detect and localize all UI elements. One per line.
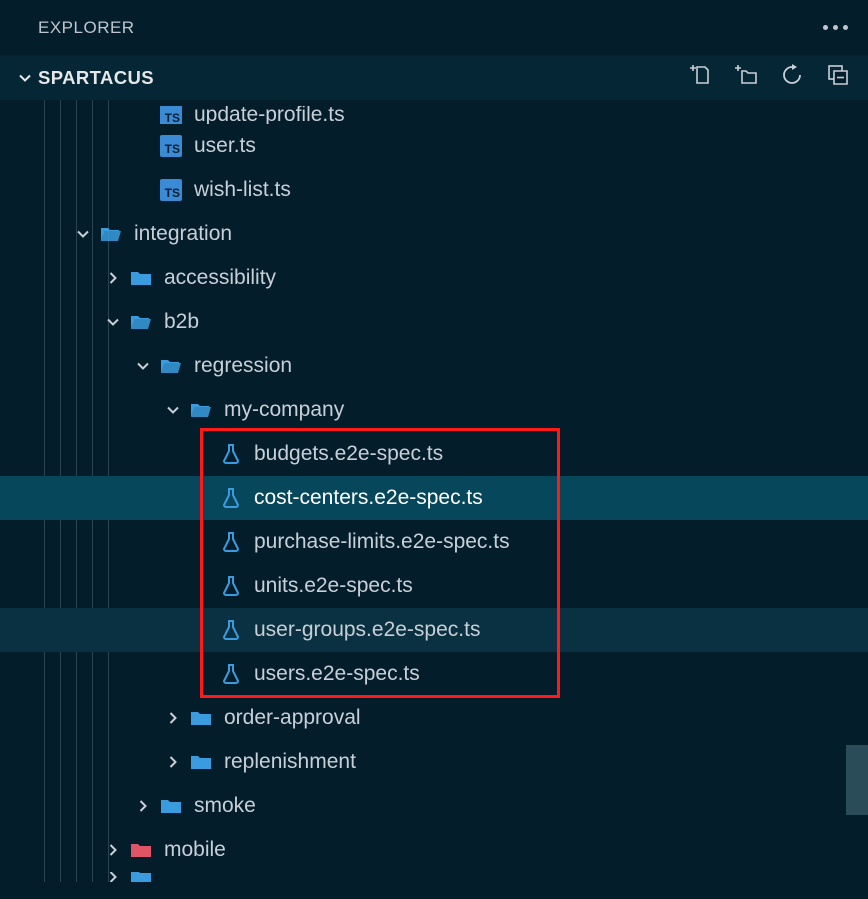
tree-file[interactable]: user-groups.e2e-spec.ts xyxy=(0,608,868,652)
tree-item-label: order-approval xyxy=(224,706,361,730)
tree-item-label: units.e2e-spec.ts xyxy=(254,574,413,598)
test-file-icon xyxy=(216,662,246,686)
new-file-icon[interactable] xyxy=(688,63,712,92)
tree-item-label: regression xyxy=(194,354,292,378)
chevron-right-icon[interactable] xyxy=(160,752,186,772)
tree-item-label: purchase-limits.e2e-spec.ts xyxy=(254,530,510,554)
tree-folder[interactable]: regression xyxy=(0,344,868,388)
tree-item-label: user-groups.e2e-spec.ts xyxy=(254,618,480,642)
tree-file[interactable]: budgets.e2e-spec.ts xyxy=(0,432,868,476)
refresh-icon[interactable] xyxy=(780,63,804,92)
chevron-right-icon[interactable] xyxy=(130,796,156,816)
chevron-right-icon[interactable] xyxy=(160,708,186,728)
tree-folder[interactable]: mobile xyxy=(0,828,868,872)
test-file-icon xyxy=(216,574,246,598)
tree-item-label: mobile xyxy=(164,838,226,862)
tree-file[interactable]: TS update-profile.ts xyxy=(0,106,868,124)
scrollbar-thumb[interactable] xyxy=(846,745,868,815)
tree-item-label: smoke xyxy=(194,794,256,818)
more-actions-icon[interactable] xyxy=(823,25,848,30)
folder-icon xyxy=(186,750,216,774)
new-folder-icon[interactable] xyxy=(734,63,758,92)
folder-icon xyxy=(126,872,156,882)
tree-item-label: integration xyxy=(134,222,232,246)
test-file-icon xyxy=(216,618,246,642)
tree-item-label: cost-centers.e2e-spec.ts xyxy=(254,486,483,510)
tree-folder[interactable] xyxy=(0,872,868,882)
tree-item-label: b2b xyxy=(164,310,199,334)
tree-folder[interactable]: smoke xyxy=(0,784,868,828)
folder-icon xyxy=(126,838,156,862)
folder-icon xyxy=(126,266,156,290)
typescript-file-icon: TS xyxy=(156,106,186,124)
file-tree: TS update-profile.ts TS user.ts TS wish-list.… xyxy=(0,100,868,882)
tree-file[interactable]: TS user.ts xyxy=(0,124,868,168)
tree-item-label: replenishment xyxy=(224,750,356,774)
tree-folder[interactable]: replenishment xyxy=(0,740,868,784)
test-file-icon xyxy=(216,530,246,554)
tree-folder[interactable]: b2b xyxy=(0,300,868,344)
tree-file[interactable]: units.e2e-spec.ts xyxy=(0,564,868,608)
tree-folder[interactable]: my-company xyxy=(0,388,868,432)
typescript-file-icon: TS xyxy=(156,135,186,157)
folder-open-icon xyxy=(186,398,216,422)
test-file-icon xyxy=(216,486,246,510)
tree-item-label: my-company xyxy=(224,398,344,422)
chevron-right-icon[interactable] xyxy=(100,872,126,882)
tree-folder[interactable]: accessibility xyxy=(0,256,868,300)
chevron-down-icon[interactable] xyxy=(160,400,186,420)
folder-icon xyxy=(156,794,186,818)
tree-file[interactable]: purchase-limits.e2e-spec.ts xyxy=(0,520,868,564)
folder-open-icon xyxy=(96,222,126,246)
tree-item-label: user.ts xyxy=(194,134,256,158)
tree-item-label: accessibility xyxy=(164,266,276,290)
tree-item-label: wish-list.ts xyxy=(194,178,291,202)
chevron-right-icon[interactable] xyxy=(100,268,126,288)
typescript-file-icon: TS xyxy=(156,179,186,201)
tree-item-label: users.e2e-spec.ts xyxy=(254,662,420,686)
tree-file[interactable]: users.e2e-spec.ts xyxy=(0,652,868,696)
chevron-down-icon[interactable] xyxy=(130,356,156,376)
tree-file[interactable]: cost-centers.e2e-spec.ts xyxy=(0,476,868,520)
chevron-down-icon[interactable] xyxy=(70,224,96,244)
folder-icon xyxy=(186,706,216,730)
chevron-down-icon[interactable] xyxy=(100,312,126,332)
workspace-section-header[interactable]: SPARTACUS xyxy=(0,55,868,100)
folder-open-icon xyxy=(126,310,156,334)
explorer-title: EXPLORER xyxy=(38,18,135,38)
explorer-panel-header: EXPLORER xyxy=(0,0,868,55)
tree-folder[interactable]: integration xyxy=(0,212,868,256)
workspace-title: SPARTACUS xyxy=(38,67,154,89)
chevron-down-icon xyxy=(12,68,38,88)
tree-item-label: update-profile.ts xyxy=(194,106,345,124)
chevron-right-icon[interactable] xyxy=(100,840,126,860)
tree-file[interactable]: TS wish-list.ts xyxy=(0,168,868,212)
test-file-icon xyxy=(216,442,246,466)
tree-item-label: budgets.e2e-spec.ts xyxy=(254,442,443,466)
workspace-toolbar xyxy=(688,63,850,92)
tree-folder[interactable]: order-approval xyxy=(0,696,868,740)
folder-open-icon xyxy=(156,354,186,378)
collapse-all-icon[interactable] xyxy=(826,63,850,92)
